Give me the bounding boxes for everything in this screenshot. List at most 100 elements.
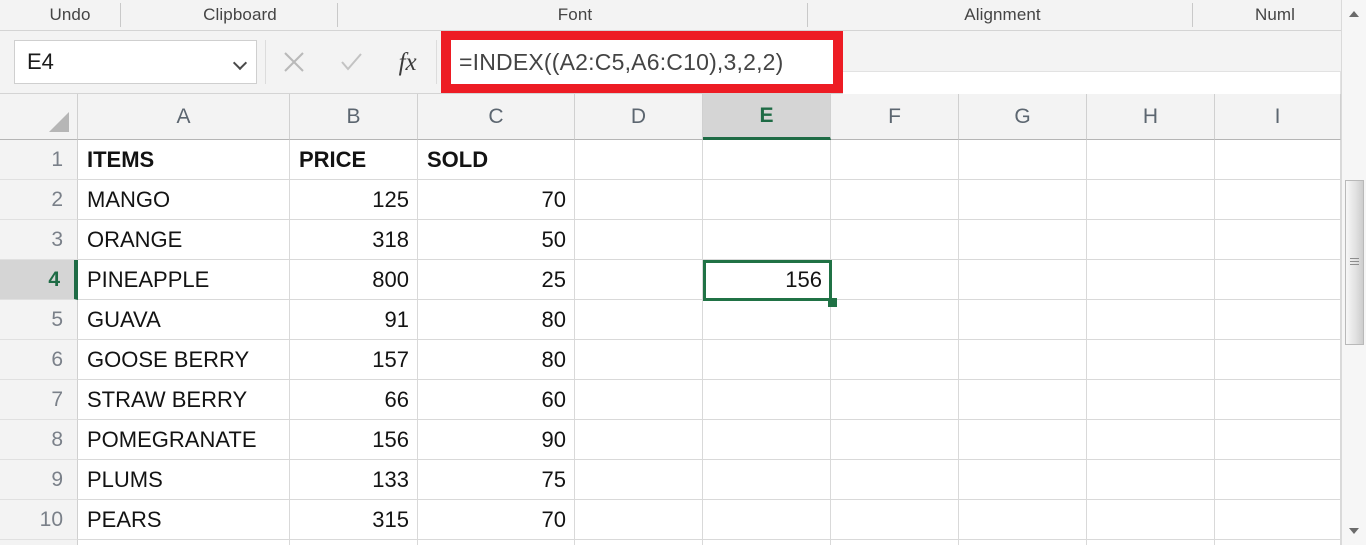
cell-D2[interactable] [575,180,703,220]
cell-C10[interactable]: 70 [418,500,575,540]
cell-D4[interactable] [575,260,703,300]
cell-F9[interactable] [831,460,959,500]
cell-A8[interactable]: POMEGRANATE [78,420,290,460]
cell-D1[interactable] [575,140,703,180]
scroll-up-arrow-icon[interactable] [1342,2,1366,26]
cell-G6[interactable] [959,340,1087,380]
vertical-scrollbar[interactable] [1341,0,1366,545]
cell-B1[interactable]: PRICE [290,140,418,180]
cell-E5[interactable] [703,300,831,340]
cell-A1[interactable]: ITEMS [78,140,290,180]
cell-E1[interactable] [703,140,831,180]
name-box[interactable]: E4 [14,40,257,84]
cell-H3[interactable] [1087,220,1215,260]
column-header-F[interactable]: F [831,94,959,140]
cell-G4[interactable] [959,260,1087,300]
column-header-G[interactable]: G [959,94,1087,140]
row-header-3[interactable]: 3 [0,220,78,260]
cell-A9[interactable]: PLUMS [78,460,290,500]
column-header-E[interactable]: E [703,94,831,140]
cell-F6[interactable] [831,340,959,380]
cell-I2[interactable] [1215,180,1341,220]
cell-D7[interactable] [575,380,703,420]
cell-C9[interactable]: 75 [418,460,575,500]
cell-B5[interactable]: 91 [290,300,418,340]
cell-G1[interactable] [959,140,1087,180]
row-header-6[interactable]: 6 [0,340,78,380]
fill-handle[interactable] [828,298,837,307]
row-header-4[interactable]: 4 [0,260,78,300]
column-header-B[interactable]: B [290,94,418,140]
cell-I3[interactable] [1215,220,1341,260]
cell-B6[interactable]: 157 [290,340,418,380]
cell-F8[interactable] [831,420,959,460]
cell-H1[interactable] [1087,140,1215,180]
cell-C6[interactable]: 80 [418,340,575,380]
cell-C8[interactable]: 90 [418,420,575,460]
cell-F1[interactable] [831,140,959,180]
cell-E2[interactable] [703,180,831,220]
cell-E9[interactable] [703,460,831,500]
cell-H6[interactable] [1087,340,1215,380]
cell-A4[interactable]: PINEAPPLE [78,260,290,300]
cell-B7[interactable]: 66 [290,380,418,420]
cell-F7[interactable] [831,380,959,420]
cell-C11[interactable] [418,540,575,545]
cell-C2[interactable]: 70 [418,180,575,220]
cell-D10[interactable] [575,500,703,540]
cell-G5[interactable] [959,300,1087,340]
cell-A6[interactable]: GOOSE BERRY [78,340,290,380]
cell-I11[interactable] [1215,540,1341,545]
cell-A11[interactable] [78,540,290,545]
cell-G3[interactable] [959,220,1087,260]
cell-A3[interactable]: ORANGE [78,220,290,260]
cell-G9[interactable] [959,460,1087,500]
cell-I8[interactable] [1215,420,1341,460]
cell-I9[interactable] [1215,460,1341,500]
cell-A7[interactable]: STRAW BERRY [78,380,290,420]
row-header-5[interactable]: 5 [0,300,78,340]
row-header-11[interactable]: 11 [0,540,78,545]
cell-F4[interactable] [831,260,959,300]
ribbon-group-alignment[interactable]: Alignment [810,0,1195,30]
cell-C4[interactable]: 25 [418,260,575,300]
column-header-C[interactable]: C [418,94,575,140]
cell-E8[interactable] [703,420,831,460]
column-header-D[interactable]: D [575,94,703,140]
row-header-8[interactable]: 8 [0,420,78,460]
row-header-2[interactable]: 2 [0,180,78,220]
row-header-1[interactable]: 1 [0,140,78,180]
cell-G11[interactable] [959,540,1087,545]
select-all-button[interactable] [0,94,78,140]
cell-D5[interactable] [575,300,703,340]
cell-B3[interactable]: 318 [290,220,418,260]
row-header-9[interactable]: 9 [0,460,78,500]
column-header-A[interactable]: A [78,94,290,140]
cell-H2[interactable] [1087,180,1215,220]
column-header-I[interactable]: I [1215,94,1341,140]
chevron-down-icon[interactable] [232,54,248,70]
cell-F10[interactable] [831,500,959,540]
cell-B11[interactable] [290,540,418,545]
vertical-scroll-thumb[interactable] [1345,180,1364,345]
ribbon-group-font[interactable]: Font [340,0,810,30]
cell-H10[interactable] [1087,500,1215,540]
cell-D11[interactable] [575,540,703,545]
cell-C3[interactable]: 50 [418,220,575,260]
cell-C1[interactable]: SOLD [418,140,575,180]
cancel-x-icon[interactable] [274,42,314,82]
column-header-H[interactable]: H [1087,94,1215,140]
cell-E6[interactable] [703,340,831,380]
enter-check-icon[interactable] [331,42,371,82]
cell-G8[interactable] [959,420,1087,460]
row-header-7[interactable]: 7 [0,380,78,420]
cell-B10[interactable]: 315 [290,500,418,540]
cell-A2[interactable]: MANGO [78,180,290,220]
cell-G10[interactable] [959,500,1087,540]
cell-E11[interactable] [703,540,831,545]
cell-G2[interactable] [959,180,1087,220]
fx-icon[interactable]: fx [388,42,428,82]
cell-F2[interactable] [831,180,959,220]
cell-B8[interactable]: 156 [290,420,418,460]
cell-D8[interactable] [575,420,703,460]
